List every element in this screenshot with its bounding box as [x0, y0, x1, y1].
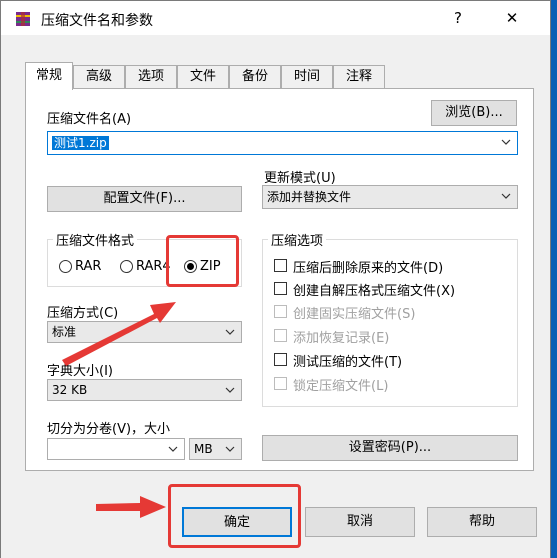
tab-options[interactable]: 选项 [125, 65, 177, 89]
test-archived-label: 测试压缩的文件(T) [293, 355, 403, 370]
close-button[interactable]: ✕ [495, 7, 529, 29]
browse-button[interactable]: 浏览(B)... [431, 100, 517, 126]
checkbox-delete-after[interactable] [274, 259, 287, 272]
dictionary-size-label: 字典大小(I) [47, 364, 113, 379]
update-mode-select[interactable]: 添加并替换文件 [262, 185, 518, 209]
update-mode-value: 添加并替换文件 [267, 190, 352, 204]
checkbox-create-solid [274, 305, 287, 318]
dictionary-size-value: 32 KB [52, 383, 88, 397]
split-unit-select[interactable]: MB [189, 438, 242, 460]
radio-rar4[interactable] [120, 260, 133, 273]
compression-method-select[interactable]: 标准 [47, 321, 242, 343]
chevron-down-icon [225, 387, 235, 393]
chevron-down-icon [168, 446, 178, 452]
window-title: 压缩文件名和参数 [41, 13, 153, 29]
radio-rar[interactable] [59, 260, 72, 273]
help-title-button[interactable]: ? [441, 7, 475, 29]
title-bar: 压缩文件名和参数 ? ✕ [1, 1, 550, 35]
split-volume-input[interactable] [47, 438, 185, 460]
checkbox-test-archived[interactable] [274, 353, 287, 366]
checkbox-lock-archive [274, 377, 287, 390]
tab-time[interactable]: 时间 [281, 65, 333, 89]
profiles-button[interactable]: 配置文件(F)... [47, 186, 242, 212]
archive-name-input[interactable]: 测试1.zip [47, 131, 518, 155]
tab-files[interactable]: 文件 [177, 65, 229, 89]
archiving-options-title: 压缩选项 [268, 230, 327, 249]
format-group-title: 压缩文件格式 [53, 230, 138, 249]
ok-highlight-box [168, 484, 301, 548]
dictionary-size-select[interactable]: 32 KB [47, 379, 242, 401]
delete-after-label: 压缩后删除原来的文件(D) [293, 261, 444, 276]
set-password-button[interactable]: 设置密码(P)... [262, 435, 518, 461]
archive-name-label: 压缩文件名(A) [47, 112, 132, 127]
recovery-record-label: 添加恢复记录(E) [293, 331, 390, 346]
compression-method-value: 标准 [52, 325, 77, 339]
tab-comment[interactable]: 注释 [333, 65, 385, 89]
update-mode-label: 更新模式(U) [264, 171, 336, 186]
chevron-down-icon [225, 446, 235, 452]
rar-label: RAR [75, 259, 102, 274]
help-button[interactable]: 帮助 [427, 507, 537, 537]
tab-backup[interactable]: 备份 [229, 65, 281, 89]
tab-advanced[interactable]: 高级 [73, 65, 125, 89]
archive-name-value: 测试1.zip [52, 136, 109, 150]
checkbox-recovery-record [274, 329, 287, 342]
cancel-button[interactable]: 取消 [305, 507, 415, 537]
zip-highlight-box [166, 235, 239, 287]
lock-archive-label: 锁定压缩文件(L) [293, 379, 389, 394]
tab-general[interactable]: 常规 [25, 62, 73, 90]
compression-method-label: 压缩方式(C) [47, 306, 119, 321]
split-unit-value: MB [194, 442, 213, 456]
checkbox-create-sfx[interactable] [274, 282, 287, 295]
chevron-down-icon [501, 193, 511, 199]
split-volume-label: 切分为分卷(V)，大小 [47, 422, 171, 437]
create-sfx-label: 创建自解压格式压缩文件(X) [293, 284, 456, 299]
create-solid-label: 创建固实压缩文件(S) [293, 307, 416, 322]
chevron-down-icon[interactable] [497, 132, 515, 152]
chevron-down-icon [225, 329, 235, 335]
winrar-icon [16, 12, 30, 26]
archive-dialog: 压缩文件名和参数 ? ✕ 常规 高级 选项 文件 备份 时间 注释 压缩文件名(… [0, 0, 551, 558]
